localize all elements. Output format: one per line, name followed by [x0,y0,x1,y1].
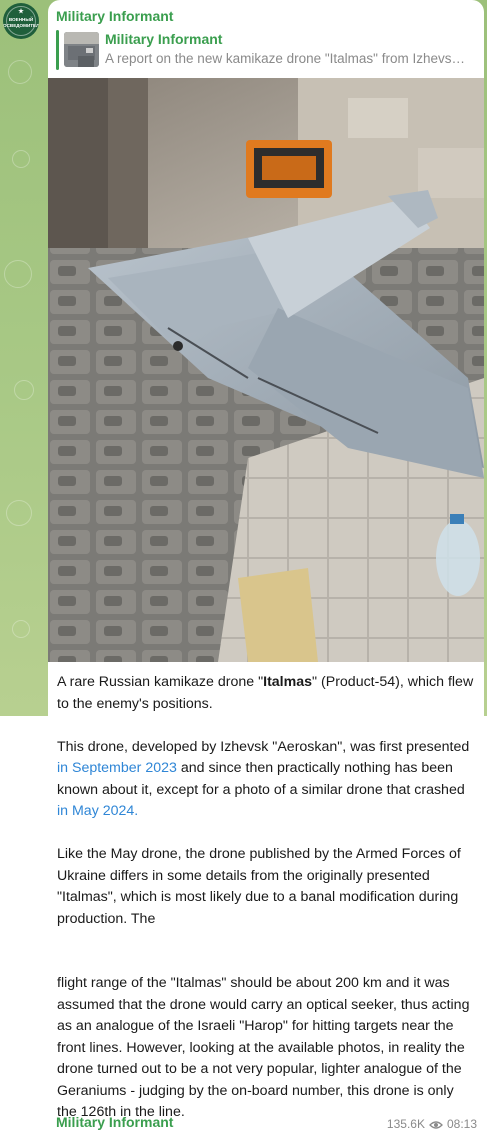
reply-accent-bar [56,30,59,70]
eye-icon [429,1119,443,1129]
post-paragraph-1: A rare Russian kamikaze drone "Italmas" … [57,672,477,715]
post-p2-text-a: This drone, developed by Izhevsk "Aerosk… [57,738,470,755]
view-count: 135.6K [386,1117,425,1131]
background-doodle [12,150,30,168]
reply-sender-name: Military Informant [105,31,223,47]
reply-preview[interactable]: Military Informant A report on the new k… [56,30,476,70]
footer-sender-name[interactable]: Military Informant [56,1114,173,1130]
avatar-text-line1: ВОЕННЫЙ [8,17,34,22]
post-p1-text-a: A rare Russian kamikaze drone " [57,674,264,690]
message-meta: 135.6K 08:13 [387,1117,477,1131]
post-paragraph-3: Like the May drone, the drone published … [57,846,461,927]
link-september-2023[interactable]: in September 2023 [57,760,177,776]
background-doodle [4,260,32,288]
reply-text: A report on the new kamikaze drone "Ital… [105,51,465,66]
background-doodle [6,500,32,526]
post-text: A rare Russian kamikaze drone "Italmas" … [57,672,477,1145]
background-doodle [8,60,32,84]
sender-name[interactable]: Military Informant [56,8,173,24]
post-paragraph-2: This drone, developed by Izhevsk "Aerosk… [57,737,477,823]
background-doodle [14,380,34,400]
message-time: 08:13 [446,1117,477,1131]
link-may-2024[interactable]: in May 2024. [57,803,138,819]
post-paragraph-4: flight range of the "Italmas" should be … [57,975,470,1120]
avatar-text-line2: ОСВЕДОМИТЕЛЬ [3,23,39,28]
post-photo[interactable] [48,78,484,662]
background-doodle [12,620,30,638]
reply-thumbnail [64,32,99,67]
drone-name-bold: Italmas [263,674,313,690]
channel-avatar[interactable]: ВОЕННЫЙ ОСВЕДОМИТЕЛЬ [3,3,39,39]
